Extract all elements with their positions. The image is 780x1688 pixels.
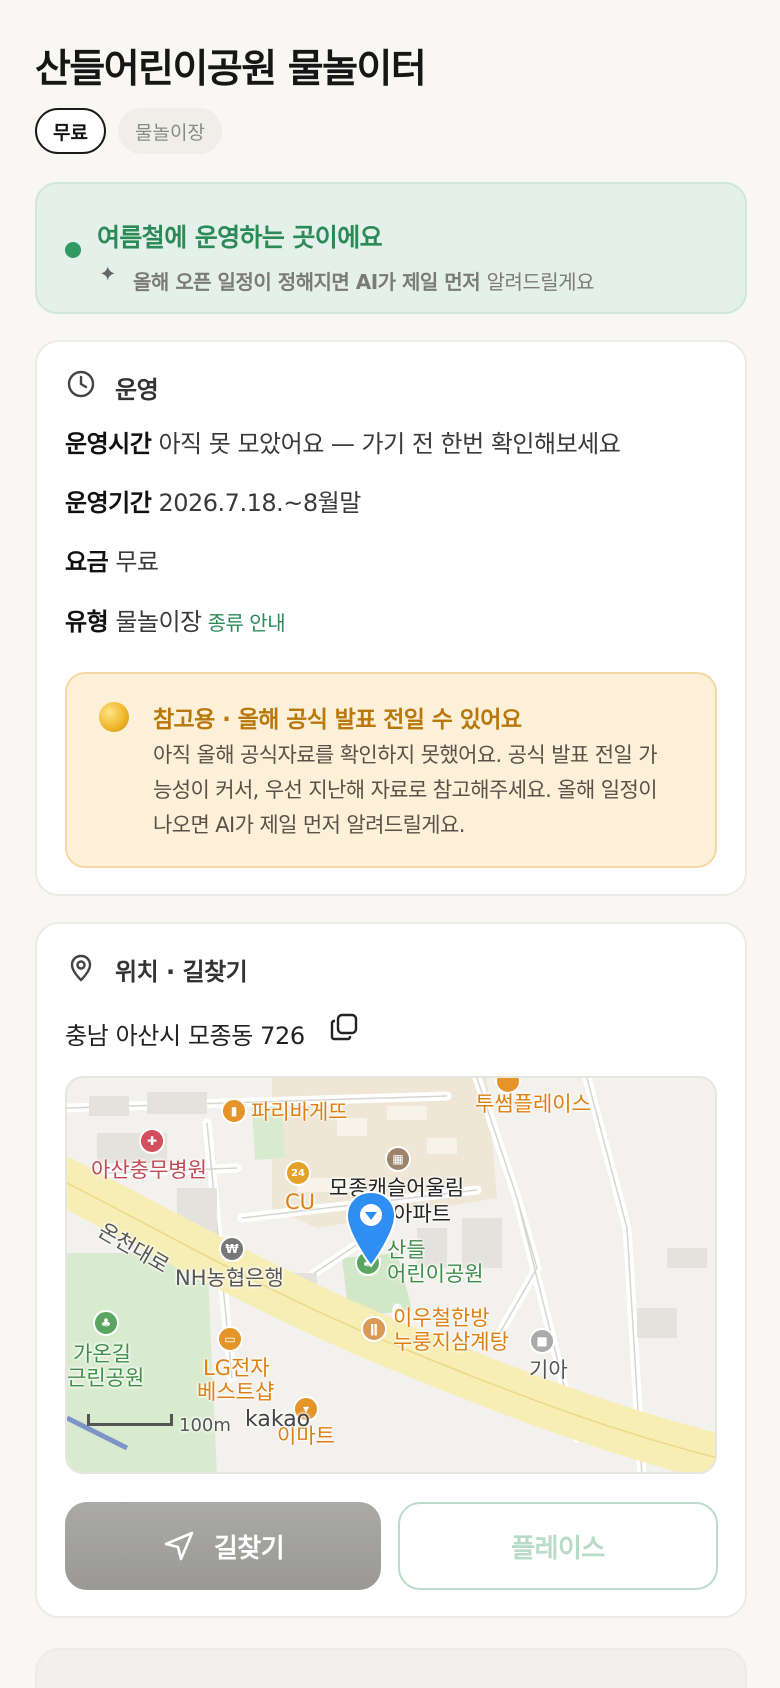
season-banner: 여름철에 운영하는 곳이에요 ✦ 올해 오픈 일정이 정해지면 AI가 제일 먼… [35,182,747,314]
navigate-button[interactable]: 길찾기 [65,1502,381,1590]
poi-bank-icon: ₩ [219,1236,245,1262]
poi-restaurant-icon: ǁ [361,1316,387,1342]
notice-body: 아직 올해 공식자료를 확인하지 못했어요. 공식 발표 전일 가능성이 커서,… [153,743,658,837]
poi-lg-icon: ▭ [217,1326,243,1352]
row-hours-label: 운영시간 [65,430,152,458]
section-title-location: 위치 · 길찾기 [115,958,248,986]
notice-title: 참고용 · 올해 공식 발표 전일 수 있어요 [153,707,522,733]
map-label-kia[interactable]: 기아 [529,1358,568,1382]
sparkle-icon: ✦ [99,262,117,286]
kakao-logo: kakao [245,1407,311,1432]
map-label-hospital[interactable]: 아산충무병원 [91,1158,207,1182]
chip-fee[interactable]: 무료 [35,108,106,154]
location-pin-icon [70,954,92,982]
status-dot [65,242,81,258]
row-fee-value: 무료 [115,548,159,576]
chip-type[interactable]: 물놀이장 [118,108,222,154]
clock-icon [67,370,95,398]
row-type-label: 유형 [65,608,109,636]
send-arrow-icon [164,1531,194,1561]
location-card: 위치 · 길찾기 충남 아산시 모종동 726 ▮ 파리바게뜨 투썸플레이스 ✚… [35,922,747,1618]
map-label-apt-2[interactable]: 아파트 [393,1202,451,1226]
season-sub-light: 알려드릴게요 [486,270,595,294]
map-scale-label: 100m [179,1415,231,1436]
map-scale-bar [87,1414,173,1426]
map-view[interactable]: ▮ 파리바게뜨 투썸플레이스 ✚ 아산충무병원 24 CU ▦ 모종캐슬어울림 … [65,1076,717,1474]
type-guide-link[interactable]: 종류 안내 [208,611,286,635]
next-card [35,1648,747,1688]
map-label-restaurant-2[interactable]: 누룽지삼계탕 [393,1330,509,1354]
row-type-value: 물놀이장 [115,608,202,636]
map-label-bank[interactable]: NH농협은행 [175,1266,284,1290]
address-text: 충남 아산시 모종동 726 [65,1022,305,1050]
row-hours-value: 아직 못 모았어요 — 가기 전 한번 확인해보세요 [158,430,621,458]
row-fee-label: 요금 [65,548,109,576]
map-marker-icon [345,1190,397,1268]
row-period-value: 2026.7.18.~8월말 [158,489,361,517]
section-title-operations: 운영 [115,376,159,404]
map-label-lg-2[interactable]: 베스트샵 [197,1380,274,1404]
row-period: 운영기간 2026.7.18.~8월말 [65,483,361,518]
season-sub-bold: 올해 오픈 일정이 정해지면 AI가 제일 먼저 [133,270,481,294]
poi-apartment-icon: ▦ [385,1146,411,1172]
row-fee: 요금 무료 [65,542,159,577]
row-hours: 운영시간 아직 못 모았어요 — 가기 전 한번 확인해보세요 [65,424,621,459]
map-label-gaon-1[interactable]: 가온길 [73,1342,131,1366]
operations-card: 운영 운영시간 아직 못 모았어요 — 가기 전 한번 확인해보세요 운영기간 … [35,340,747,896]
row-period-label: 운영기간 [65,489,152,517]
map-label-gaon-2[interactable]: 근린공원 [67,1366,144,1390]
row-type: 유형 물놀이장 종류 안내 [65,602,286,637]
map-label-park-2[interactable]: 어린이공원 [387,1262,484,1286]
navigate-button-label: 길찾기 [213,1533,285,1564]
poi-kia-icon: ■ [529,1328,555,1354]
notice-box: 참고용 · 올해 공식 발표 전일 수 있어요 아직 올해 공식자료를 확인하지… [65,672,717,868]
poi-hospital-icon: ✚ [139,1128,165,1154]
place-button[interactable]: 플레이스 [398,1502,718,1590]
map-label-twosome[interactable]: 투썸플레이스 [475,1092,591,1116]
poi-cu-icon: 24 [285,1160,311,1186]
season-headline: 여름철에 운영하는 곳이에요 [97,223,383,252]
map-label-restaurant-1[interactable]: 이우철한방 [393,1306,490,1330]
map-label-lg-1[interactable]: LG전자 [203,1356,270,1380]
page-title: 산들어린이공원 물놀이터 [35,47,427,92]
season-subtext: 올해 오픈 일정이 정해지면 AI가 제일 먼저 알려드릴게요 [133,266,594,295]
map-label-cu[interactable]: CU [285,1190,315,1214]
poi-gaon-park-icon: ♣ [93,1310,119,1336]
moon-icon [99,702,129,732]
copy-icon[interactable] [329,1012,359,1042]
poi-bakery-icon: ▮ [221,1098,247,1124]
map-label-paris[interactable]: 파리바게뜨 [251,1100,348,1124]
